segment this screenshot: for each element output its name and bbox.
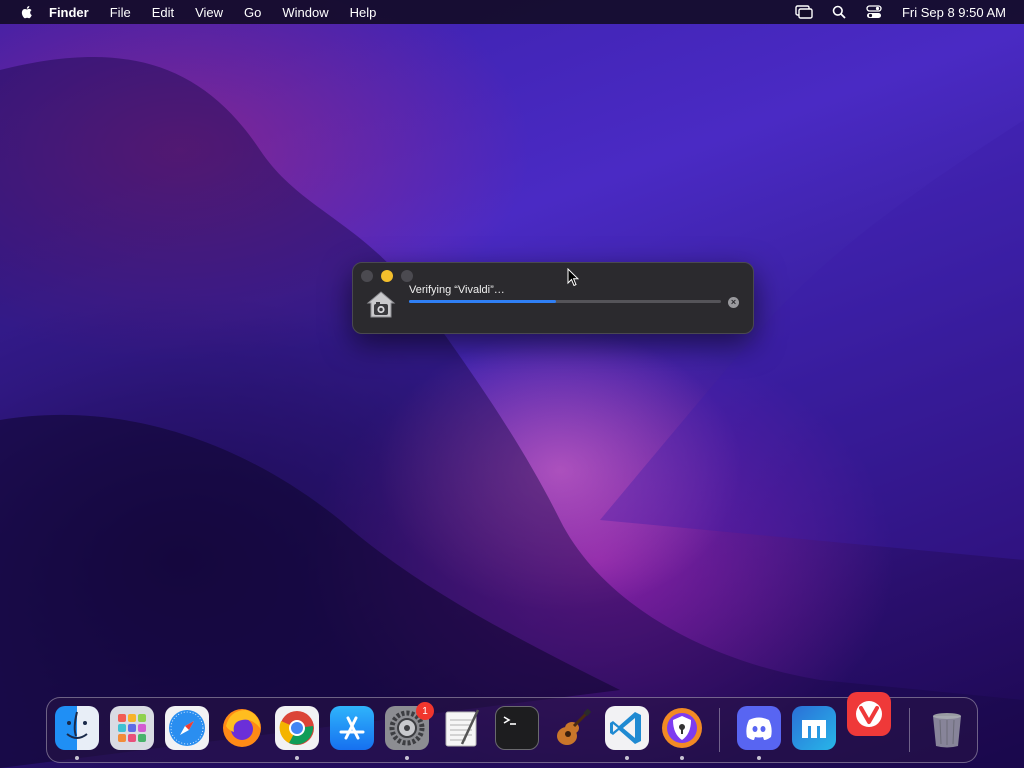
screen-mirroring-icon[interactable]: [794, 4, 814, 20]
trash-icon: [933, 713, 961, 748]
running-indicator: [757, 756, 761, 760]
control-center-icon[interactable]: [864, 4, 884, 20]
finder-icon: [66, 711, 88, 739]
menu-view[interactable]: View: [195, 5, 223, 20]
dock-launchpad[interactable]: [110, 706, 154, 750]
verify-progress-fill: [409, 300, 556, 303]
search-icon[interactable]: [829, 4, 849, 20]
menu-app-name[interactable]: Finder: [49, 5, 89, 20]
dock-discord[interactable]: [737, 706, 781, 750]
menu-file[interactable]: File: [110, 5, 131, 20]
cancel-button[interactable]: ×: [728, 297, 739, 308]
dock-chrome[interactable]: [275, 706, 319, 750]
dock-safari[interactable]: [165, 706, 209, 750]
guitar-icon: [557, 708, 592, 745]
apple-icon[interactable]: [19, 4, 35, 20]
terminal-icon: [503, 716, 516, 725]
dock-app-store[interactable]: [330, 706, 374, 750]
menu-bar: Finder File Edit View Go Window Help Fri…: [0, 0, 1024, 24]
dock-browser-shield[interactable]: [660, 706, 704, 750]
dock-vivaldi[interactable]: [847, 692, 891, 736]
running-indicator: [680, 756, 684, 760]
dock-system-settings[interactable]: 1: [385, 702, 434, 750]
verify-progress-bar: [409, 300, 721, 303]
notification-badge: 1: [416, 702, 434, 720]
app-store-icon: [339, 716, 365, 740]
running-indicator: [405, 756, 409, 760]
dock-textedit[interactable]: [440, 706, 484, 750]
zoom-button[interactable]: [401, 270, 413, 282]
gatekeeper-icon: [366, 291, 396, 318]
verify-dialog: Verifying “Vivaldi”… ×: [352, 262, 754, 334]
maxthon-icon: [802, 720, 826, 738]
menu-window[interactable]: Window: [282, 5, 328, 20]
running-indicator: [625, 756, 629, 760]
dock-vscode[interactable]: [605, 706, 649, 750]
dock-divider: [719, 708, 720, 752]
chrome-icon: [279, 711, 314, 745]
verify-label: Verifying “Vivaldi”…: [409, 284, 505, 296]
window-controls: [361, 270, 421, 282]
dock-trash[interactable]: [925, 706, 969, 750]
shield-icon: [662, 708, 702, 748]
dock: 1: [46, 692, 978, 763]
menu-clock[interactable]: Fri Sep 8 9:50 AM: [902, 5, 1006, 20]
mouse-cursor-icon: [567, 268, 579, 287]
dock-maxthon[interactable]: [792, 706, 836, 750]
firefox-icon: [223, 709, 261, 747]
running-indicator: [75, 756, 79, 760]
dock-finder[interactable]: [55, 706, 99, 750]
menu-help[interactable]: Help: [350, 5, 377, 20]
menu-edit[interactable]: Edit: [152, 5, 174, 20]
safari-icon: [169, 710, 205, 746]
dock-divider: [909, 708, 910, 752]
dock-terminal[interactable]: [495, 706, 539, 750]
discord-icon: [746, 717, 772, 740]
vivaldi-icon: [856, 701, 882, 727]
running-indicator: [295, 756, 299, 760]
textedit-icon: [445, 709, 480, 747]
launchpad-icon: [118, 714, 146, 742]
wallpaper-ridges: [0, 57, 1024, 768]
vscode-icon: [610, 712, 641, 744]
dock-firefox[interactable]: [220, 706, 264, 750]
dock-garageband[interactable]: [550, 706, 594, 750]
menu-go[interactable]: Go: [244, 5, 261, 20]
minimize-button[interactable]: [381, 270, 393, 282]
close-button[interactable]: [361, 270, 373, 282]
close-icon: ×: [730, 297, 737, 307]
